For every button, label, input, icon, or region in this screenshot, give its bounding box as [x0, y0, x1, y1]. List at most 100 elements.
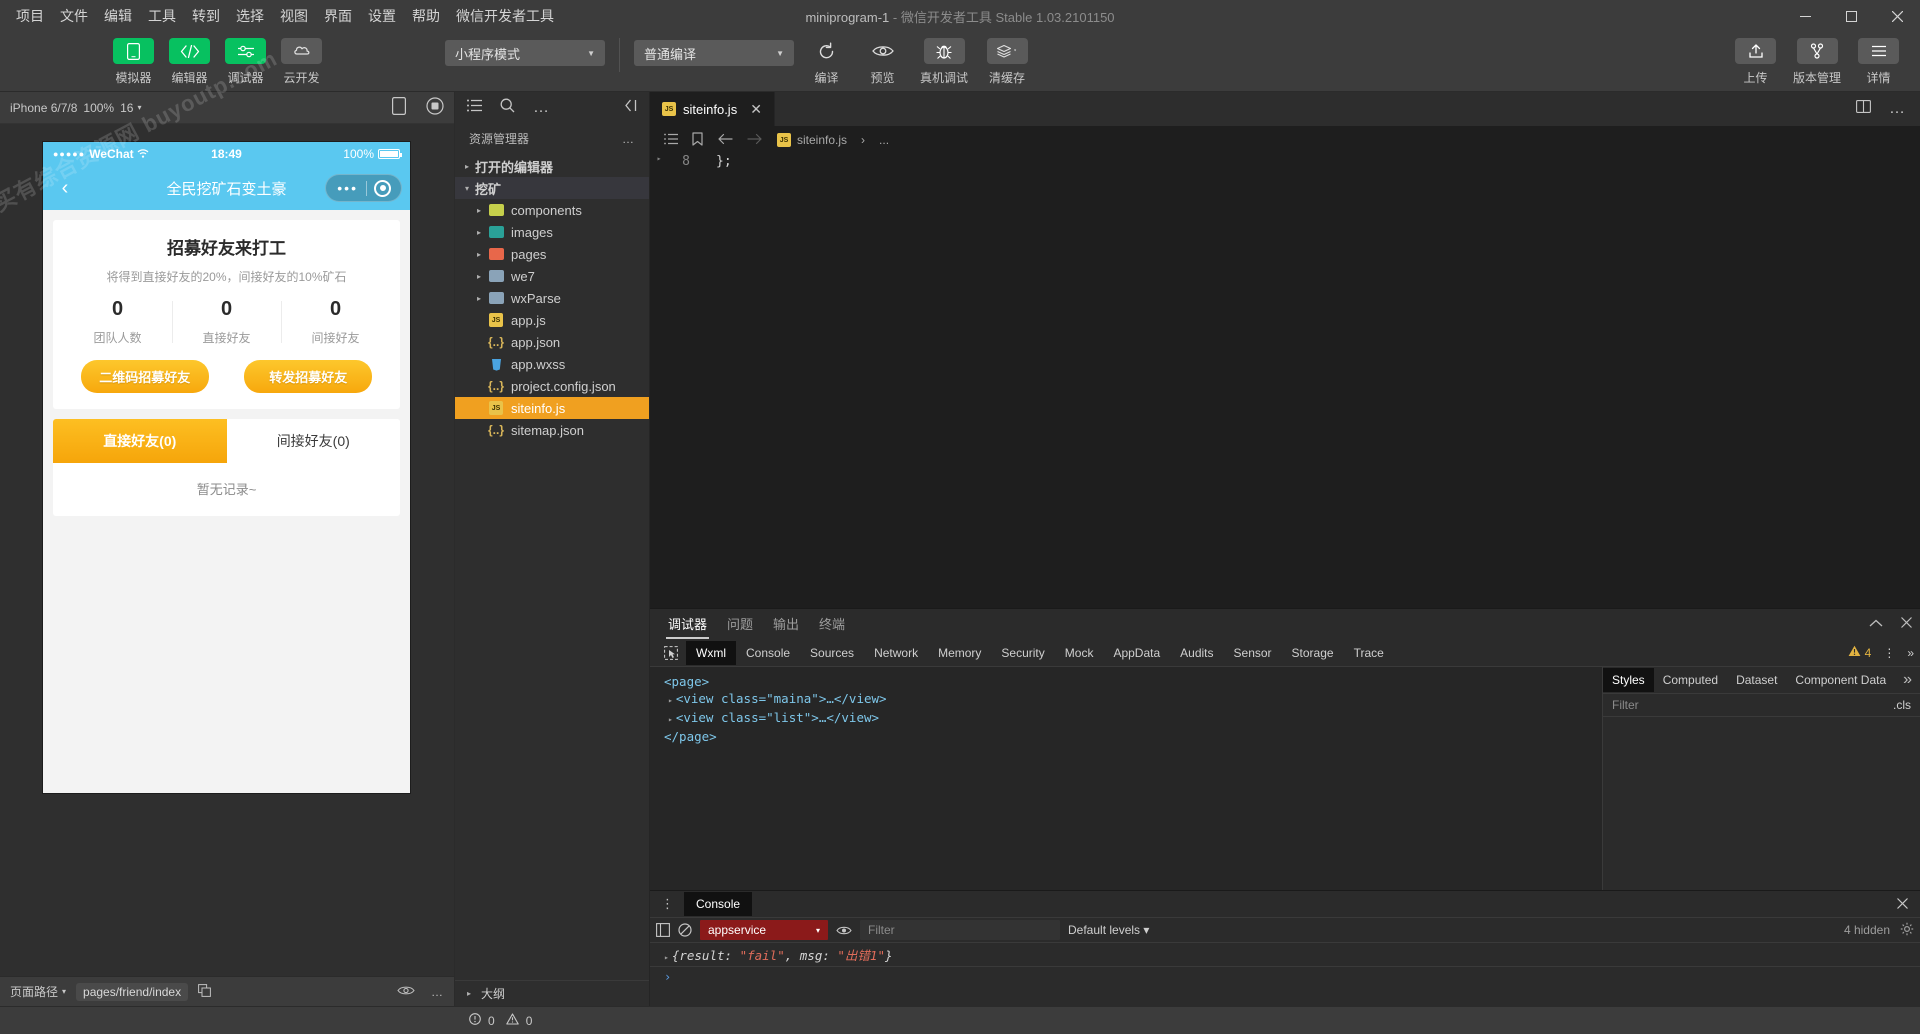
panel-tab-console[interactable]: Console [736, 641, 800, 665]
chevron-up-icon[interactable] [1869, 615, 1883, 633]
devtools-tab-debugger[interactable]: 调试器 [658, 611, 717, 639]
device-name[interactable]: iPhone 6/7/8 [10, 101, 77, 115]
back-arrow-icon[interactable] [717, 133, 733, 148]
console-levels-select[interactable]: Default levels ▾ [1068, 923, 1149, 937]
capsule-close-icon[interactable] [374, 179, 391, 197]
console-context-select[interactable]: appservice ▾ [700, 920, 828, 940]
panel-tab-network[interactable]: Network [864, 641, 928, 665]
panel-tab-appdata[interactable]: AppData [1103, 641, 1170, 665]
menu-item-project[interactable]: 项目 [8, 2, 52, 30]
close-icon[interactable] [1897, 896, 1914, 912]
compile-button[interactable]: 编译 [803, 38, 850, 86]
status-problems[interactable]: 0 0 [455, 1013, 532, 1028]
console-prompt[interactable]: › [650, 967, 1920, 984]
eye-icon[interactable] [397, 985, 415, 999]
sidebar-toggle-icon[interactable] [656, 923, 670, 937]
tree-file-project-config[interactable]: {..} project.config.json [455, 375, 649, 397]
menu-item-edit[interactable]: 编辑 [96, 2, 140, 30]
clear-cache-button[interactable]: 清缓存 [982, 38, 1032, 86]
styles-tab-computed[interactable]: Computed [1654, 668, 1727, 692]
tab-indirect-friends[interactable]: 间接好友(0) [226, 419, 400, 463]
mode-select[interactable]: 小程序模式 ▼ [445, 40, 605, 66]
qrcode-recruit-button[interactable]: 二维码招募好友 [80, 360, 209, 393]
split-editor-icon[interactable] [1856, 100, 1871, 118]
outline-icon[interactable] [664, 133, 678, 148]
tree-folder-pages[interactable]: ▸ pages [455, 243, 649, 265]
console-drawer-tab[interactable]: Console [684, 892, 753, 916]
tree-file-siteinfo-js[interactable]: JS siteinfo.js [455, 397, 649, 419]
tree-folder-wxparse[interactable]: ▸ wxParse [455, 287, 649, 309]
search-icon[interactable] [500, 98, 515, 118]
console-message-row[interactable]: ▸ {result: "fail", msg: "出错1"} [650, 943, 1920, 967]
tree-folder-components[interactable]: ▸ components [455, 199, 649, 221]
close-icon[interactable] [1901, 615, 1912, 633]
explorer-more-icon[interactable]: … [622, 132, 635, 146]
bookmark-icon[interactable] [692, 131, 703, 149]
expand-arrow-icon[interactable]: ▸ [664, 953, 669, 962]
rotate-device-icon[interactable] [392, 97, 407, 118]
panel-tab-audits[interactable]: Audits [1170, 641, 1223, 665]
styles-tab-component-data[interactable]: Component Data [1786, 668, 1895, 692]
collapse-sidebar-icon[interactable] [624, 99, 637, 117]
share-recruit-button[interactable]: 转发招募好友 [244, 360, 373, 393]
simulator-toggle-button[interactable]: 模拟器 [110, 38, 157, 86]
menu-item-tools[interactable]: 工具 [140, 2, 184, 30]
tree-file-app-json[interactable]: {..} app.json [455, 331, 649, 353]
devtools-tab-output[interactable]: 输出 [763, 611, 809, 639]
panel-tab-wxml[interactable]: Wxml [686, 640, 736, 665]
tree-folder-images[interactable]: ▸ images [455, 221, 649, 243]
menu-item-help[interactable]: 帮助 [404, 2, 448, 30]
warning-badge[interactable]: 4 [1848, 645, 1871, 660]
styles-filter-input[interactable]: Filter [1612, 698, 1639, 712]
tree-file-app-js[interactable]: JS app.js [455, 309, 649, 331]
styles-tab-styles[interactable]: Styles [1603, 668, 1654, 692]
wxml-line[interactable]: ▸ <view class="maina">…</view> [660, 690, 1592, 709]
expand-arrow-icon[interactable]: ▸ [668, 715, 673, 724]
minimize-button[interactable] [1782, 0, 1828, 32]
editor-tab-siteinfo[interactable]: JS siteinfo.js ✕ [650, 92, 775, 126]
devtools-tab-terminal[interactable]: 终端 [809, 611, 855, 639]
menu-item-view[interactable]: 视图 [272, 2, 316, 30]
more-icon[interactable]: … [431, 985, 444, 999]
styles-cls-button[interactable]: .cls [1893, 698, 1911, 712]
debugger-toggle-button[interactable]: 调试器 [222, 38, 269, 86]
device-zoom[interactable]: 100% [83, 101, 114, 115]
copy-icon[interactable] [198, 983, 212, 1000]
close-icon[interactable]: ✕ [744, 101, 762, 118]
expand-arrow-icon[interactable]: ▸ [668, 696, 673, 705]
tree-file-sitemap-json[interactable]: {..} sitemap.json [455, 419, 649, 441]
preview-button[interactable]: 预览 [859, 38, 906, 86]
breadcrumb-file[interactable]: JS siteinfo.js [777, 133, 847, 147]
forward-arrow-icon[interactable] [747, 133, 763, 148]
more-icon[interactable]: … [533, 99, 550, 117]
panel-tab-sources[interactable]: Sources [800, 641, 864, 665]
chevron-right-icon[interactable]: » [1903, 671, 1920, 689]
details-button[interactable]: 详情 [1855, 38, 1902, 86]
compile-mode-select[interactable]: 普通编译 ▼ [634, 40, 794, 66]
menu-item-settings[interactable]: 设置 [360, 2, 404, 30]
cloud-dev-button[interactable]: 云开发 [278, 38, 325, 86]
tree-section-open-editors[interactable]: ▸ 打开的编辑器 [455, 155, 649, 177]
tab-direct-friends[interactable]: 直接好友(0) [53, 419, 227, 463]
panel-tab-mock[interactable]: Mock [1055, 641, 1104, 665]
tree-folder-we7[interactable]: ▸ we7 [455, 265, 649, 287]
maximize-button[interactable] [1828, 0, 1874, 32]
fold-arrow-icon[interactable]: ▸ [650, 154, 668, 169]
panel-tab-sensor[interactable]: Sensor [1224, 641, 1282, 665]
menu-item-file[interactable]: 文件 [52, 2, 96, 30]
clear-console-icon[interactable] [678, 923, 692, 937]
styles-tab-dataset[interactable]: Dataset [1727, 668, 1786, 692]
kebab-icon[interactable]: ⋮ [1883, 647, 1895, 659]
chevron-down-icon[interactable]: ▾ [62, 987, 66, 996]
devtools-tab-problems[interactable]: 问题 [717, 611, 763, 639]
inspect-cursor-icon[interactable] [656, 645, 686, 660]
close-button[interactable] [1874, 0, 1920, 32]
tree-file-app-wxss[interactable]: app.wxss [455, 353, 649, 375]
menu-item-goto[interactable]: 转到 [184, 2, 228, 30]
menu-item-interface[interactable]: 界面 [316, 2, 360, 30]
screenshot-icon[interactable] [426, 97, 444, 118]
menu-item-devtools[interactable]: 微信开发者工具 [448, 2, 562, 30]
eye-icon[interactable] [836, 925, 852, 936]
more-icon[interactable]: … [1889, 100, 1906, 118]
panel-tab-security[interactable]: Security [991, 641, 1054, 665]
